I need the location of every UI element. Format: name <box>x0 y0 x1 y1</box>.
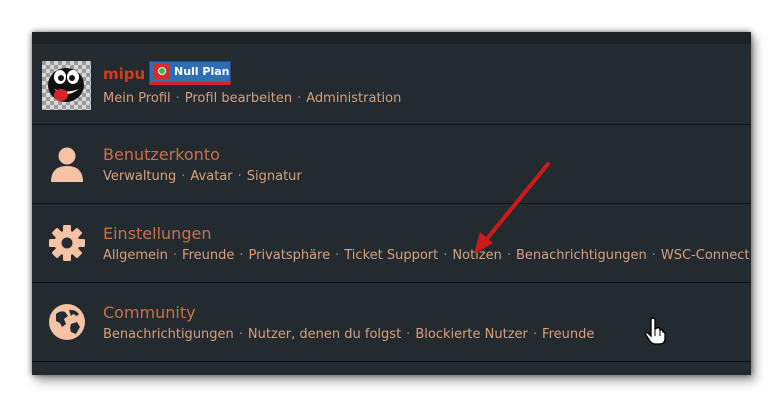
annotation-arrow <box>474 162 550 254</box>
hand-cursor-icon <box>645 317 666 345</box>
